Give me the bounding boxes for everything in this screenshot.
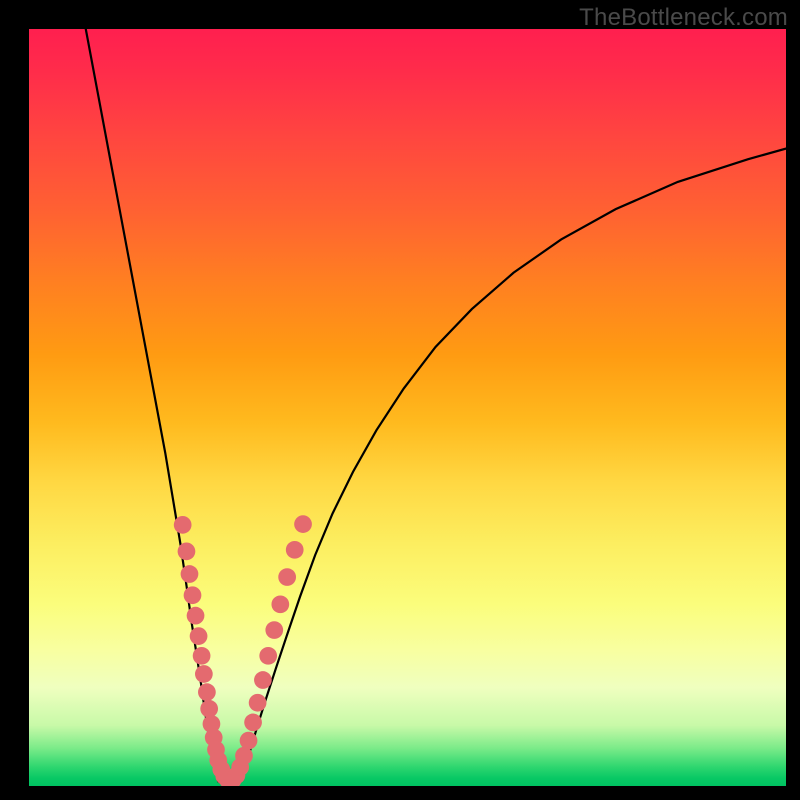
bead-marker xyxy=(265,621,283,639)
bottleneck-curve xyxy=(86,29,786,784)
bead-group xyxy=(174,515,312,786)
bead-marker xyxy=(198,683,216,701)
bead-marker xyxy=(195,665,213,683)
bead-marker xyxy=(294,515,312,533)
bead-marker xyxy=(193,647,211,665)
bead-marker xyxy=(244,714,262,732)
bead-marker xyxy=(187,607,205,625)
bead-marker xyxy=(184,586,202,604)
bead-marker xyxy=(240,732,258,750)
bead-marker xyxy=(278,568,296,586)
bead-marker xyxy=(178,542,196,560)
bead-marker xyxy=(259,647,277,665)
bead-marker xyxy=(286,541,304,559)
bead-marker xyxy=(181,565,199,583)
bead-marker xyxy=(249,694,267,712)
bead-marker xyxy=(254,671,272,689)
bead-marker xyxy=(200,700,218,718)
bead-marker xyxy=(235,747,253,765)
plot-area xyxy=(29,29,786,786)
bead-marker xyxy=(190,627,208,645)
watermark-text: TheBottleneck.com xyxy=(579,4,788,32)
chart-svg xyxy=(29,29,786,786)
bead-marker xyxy=(174,516,192,534)
outer-frame: TheBottleneck.com xyxy=(0,0,800,800)
bead-marker xyxy=(271,595,289,613)
